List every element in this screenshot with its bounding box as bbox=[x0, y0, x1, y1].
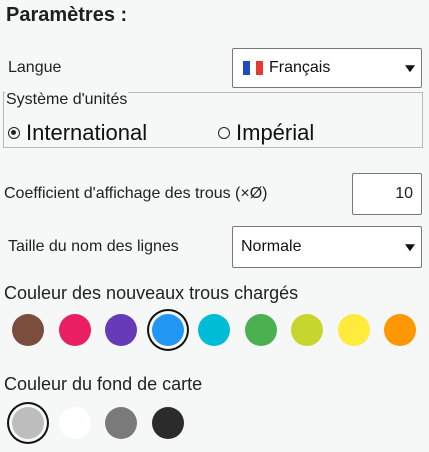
page-title: Paramètres : bbox=[6, 4, 128, 26]
chevron-down-icon bbox=[405, 244, 415, 252]
units-legend: Système d'unités bbox=[5, 91, 129, 109]
line-name-size-value: Normale bbox=[241, 238, 302, 255]
flag-stripe-red bbox=[256, 61, 264, 75]
new-holes-color-swatch-2[interactable] bbox=[58, 314, 91, 346]
background-color-swatch-3[interactable] bbox=[105, 407, 137, 439]
flag-stripe-blue bbox=[243, 61, 250, 75]
line-name-size-select[interactable]: Normale bbox=[232, 226, 422, 268]
new-holes-color-swatch-7[interactable] bbox=[291, 314, 323, 346]
new-holes-color-swatch-8[interactable] bbox=[337, 314, 370, 346]
radio-imperial[interactable]: Impérial bbox=[218, 120, 314, 146]
radio-selected-icon bbox=[8, 127, 20, 139]
language-select[interactable]: Français bbox=[232, 48, 422, 88]
new-holes-color-swatch-9[interactable] bbox=[384, 314, 416, 346]
background-color-swatch-1[interactable] bbox=[12, 407, 44, 439]
radio-international[interactable]: International bbox=[8, 120, 147, 146]
radio-imperial-label: Impérial bbox=[236, 120, 315, 145]
new-holes-color-swatch-6[interactable] bbox=[244, 314, 277, 346]
chevron-down-icon bbox=[405, 65, 415, 73]
new-holes-color-label: Couleur des nouveaux trous chargés bbox=[4, 283, 299, 303]
hole-coefficient-input[interactable]: 10 bbox=[352, 173, 422, 215]
background-color-swatch-4[interactable] bbox=[151, 407, 184, 439]
radio-unselected-icon bbox=[218, 127, 230, 139]
radio-international-label: International bbox=[26, 120, 148, 145]
background-color-label: Couleur du fond de carte bbox=[4, 374, 203, 394]
flag-icon bbox=[243, 61, 264, 75]
language-value: Français bbox=[269, 59, 331, 76]
hole-coefficient-value: 10 bbox=[395, 185, 413, 202]
hole-coefficient-label: Coefficient d'affichage des trous (×Ø) bbox=[4, 185, 268, 202]
line-name-size-label: Taille du nom des lignes bbox=[8, 238, 179, 255]
new-holes-color-swatch-3[interactable] bbox=[105, 314, 137, 346]
language-label: Langue bbox=[8, 59, 62, 76]
flag-stripe-white bbox=[249, 61, 257, 75]
new-holes-color-swatch-4[interactable] bbox=[151, 314, 184, 346]
background-color-swatch-2[interactable] bbox=[58, 407, 91, 439]
new-holes-color-swatch-1[interactable] bbox=[12, 314, 44, 346]
new-holes-color-swatch-5[interactable] bbox=[198, 314, 230, 346]
